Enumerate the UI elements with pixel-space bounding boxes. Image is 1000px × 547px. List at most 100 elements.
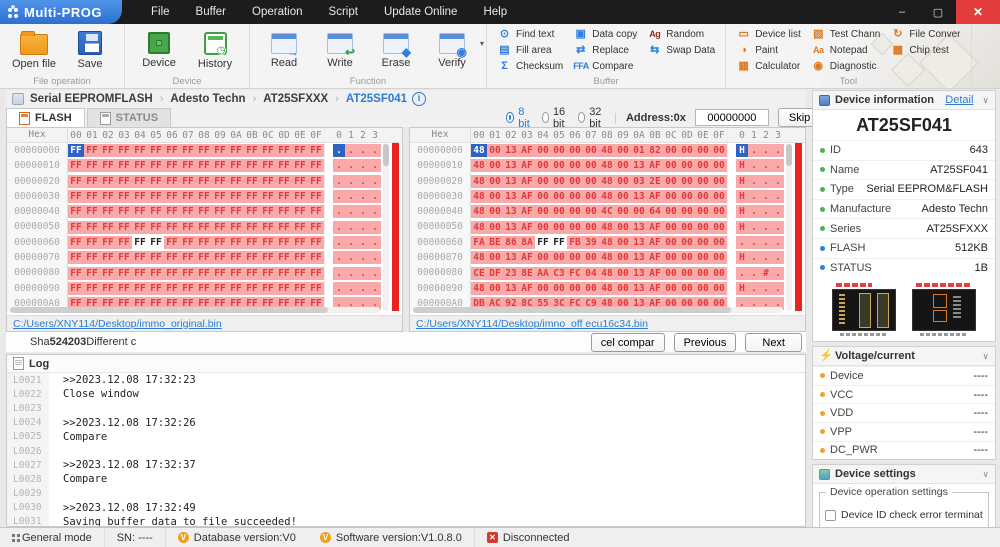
hex-byte-cell[interactable]: FF — [260, 267, 276, 280]
hex-byte-cell[interactable]: FF — [164, 159, 180, 172]
hex-byte-cell[interactable]: FF — [116, 251, 132, 264]
hex-byte-cell[interactable]: 00 — [583, 205, 599, 218]
hex-byte-cell[interactable]: FF — [68, 236, 84, 249]
hex-byte-cell[interactable]: 00 — [711, 159, 727, 172]
menu-help[interactable]: Help — [470, 0, 520, 24]
menu-operation[interactable]: Operation — [239, 0, 316, 24]
hex-ascii-cell[interactable]: . — [345, 282, 357, 295]
hex-byte-cell[interactable]: FF — [228, 205, 244, 218]
hex-ascii-cell[interactable]: . — [357, 251, 369, 264]
hex-byte-cell[interactable]: FF — [148, 221, 164, 234]
hex-byte-cell[interactable]: 00 — [567, 175, 583, 188]
hex-byte-cell[interactable]: FF — [164, 205, 180, 218]
hex-byte-cell[interactable]: 00 — [679, 236, 695, 249]
hex-byte-cell[interactable]: 00 — [663, 175, 679, 188]
hex-byte-cell[interactable]: FF — [68, 251, 84, 264]
device-button[interactable]: Device — [133, 27, 185, 69]
hex-byte-cell[interactable]: FF — [308, 221, 324, 234]
hex-byte-cell[interactable]: 48 — [599, 251, 615, 264]
hex-ascii-cell[interactable]: . — [369, 190, 381, 203]
hex-ascii-cell[interactable]: . — [345, 236, 357, 249]
hex-byte-cell[interactable]: 13 — [503, 190, 519, 203]
chevron-down-icon[interactable]: ∨ — [982, 469, 989, 480]
hex-byte-cell[interactable]: 00 — [551, 190, 567, 203]
hex-byte-cell[interactable]: FF — [276, 282, 292, 295]
hex-byte-cell[interactable]: FF — [276, 190, 292, 203]
hex-byte-cell[interactable]: FF — [212, 175, 228, 188]
hex-byte-cell[interactable]: FF — [276, 221, 292, 234]
hex-byte-cell[interactable]: FF — [244, 144, 260, 157]
hex-ascii-cell[interactable]: . — [748, 205, 760, 218]
hex-byte-cell[interactable]: 00 — [567, 205, 583, 218]
hex-ascii-cell[interactable]: . — [357, 267, 369, 280]
hex-ascii-cell[interactable]: . — [760, 190, 772, 203]
hex-ascii-cell[interactable]: . — [760, 159, 772, 172]
hex-byte-cell[interactable]: FF — [68, 159, 84, 172]
hex-ascii-cell[interactable]: . — [357, 159, 369, 172]
hex-byte-cell[interactable]: 00 — [535, 221, 551, 234]
hex-byte-cell[interactable]: 00 — [695, 175, 711, 188]
hex-byte-cell[interactable]: 8E — [519, 267, 535, 280]
hex-byte-cell[interactable]: FF — [164, 190, 180, 203]
hex-byte-cell[interactable]: AF — [519, 221, 535, 234]
hex-byte-cell[interactable]: CE — [471, 267, 487, 280]
hex-byte-cell[interactable]: FF — [84, 205, 100, 218]
hex-byte-cell[interactable]: FF — [212, 159, 228, 172]
maximize-button[interactable]: ▢ — [920, 0, 956, 24]
write-button[interactable]: ↩Write — [314, 27, 366, 69]
save-button[interactable]: Save — [64, 27, 116, 70]
hex-byte-cell[interactable]: FF — [180, 267, 196, 280]
hex-byte-cell[interactable]: FF — [260, 282, 276, 295]
hex-byte-cell[interactable]: 00 — [615, 267, 631, 280]
hex-byte-cell[interactable]: 00 — [583, 159, 599, 172]
hex-byte-cell[interactable]: FF — [100, 159, 116, 172]
hex-ascii-cell[interactable]: . — [345, 221, 357, 234]
hex-ascii-cell[interactable]: . — [333, 267, 345, 280]
hex-byte-cell[interactable]: 48 — [471, 205, 487, 218]
hex-byte-cell[interactable]: FF — [551, 236, 567, 249]
hex-ascii-cell[interactable]: H — [736, 159, 748, 172]
previous-diff-button[interactable]: Previous — [674, 333, 737, 352]
hex-byte-cell[interactable]: 00 — [535, 251, 551, 264]
hex-ascii-cell[interactable]: . — [357, 205, 369, 218]
hex-ascii-cell[interactable]: . — [772, 221, 784, 234]
hex-byte-cell[interactable]: FF — [260, 205, 276, 218]
hex-byte-cell[interactable]: FF — [244, 190, 260, 203]
hex-byte-cell[interactable]: FF — [180, 159, 196, 172]
hex-ascii-cell[interactable]: H — [736, 190, 748, 203]
hex-byte-cell[interactable]: AF — [647, 236, 663, 249]
hex-byte-cell[interactable]: FF — [164, 221, 180, 234]
hex-byte-cell[interactable]: FF — [244, 159, 260, 172]
hex-byte-cell[interactable]: FF — [148, 267, 164, 280]
horizontal-scrollbar[interactable] — [10, 307, 380, 313]
compare-button[interactable]: FFACompare — [571, 59, 639, 74]
hex-ascii-cell[interactable]: H — [736, 282, 748, 295]
radio-8-bit[interactable]: 8 bit — [506, 106, 533, 130]
hex-byte-cell[interactable]: FF — [292, 236, 308, 249]
hex-byte-cell[interactable]: 00 — [487, 251, 503, 264]
hex-byte-cell[interactable]: FF — [228, 236, 244, 249]
close-button[interactable]: ✕ — [956, 0, 1000, 24]
hex-byte-cell[interactable]: 48 — [471, 282, 487, 295]
hex-byte-cell[interactable]: 00 — [663, 205, 679, 218]
hex-byte-cell[interactable]: FF — [84, 236, 100, 249]
hex-byte-cell[interactable]: 00 — [583, 175, 599, 188]
hex-ascii-cell[interactable]: . — [748, 190, 760, 203]
hex-ascii-cell[interactable]: . — [748, 236, 760, 249]
hex-byte-cell[interactable]: 00 — [615, 251, 631, 264]
hex-byte-cell[interactable]: 8A — [519, 236, 535, 249]
hex-byte-cell[interactable]: 48 — [471, 159, 487, 172]
hex-byte-cell[interactable]: FF — [132, 175, 148, 188]
hex-byte-cell[interactable]: FF — [132, 282, 148, 295]
hex-byte-cell[interactable]: FF — [68, 267, 84, 280]
hex-byte-cell[interactable]: FF — [132, 221, 148, 234]
hex-byte-cell[interactable]: 48 — [471, 175, 487, 188]
hex-byte-cell[interactable]: 00 — [679, 175, 695, 188]
hex-byte-cell[interactable]: FF — [260, 221, 276, 234]
hex-ascii-cell[interactable]: . — [369, 205, 381, 218]
hex-ascii-cell[interactable]: . — [736, 236, 748, 249]
hex-byte-cell[interactable]: 13 — [631, 267, 647, 280]
hex-byte-cell[interactable]: 00 — [711, 221, 727, 234]
hex-byte-cell[interactable]: 00 — [535, 159, 551, 172]
hex-byte-cell[interactable]: AF — [519, 175, 535, 188]
